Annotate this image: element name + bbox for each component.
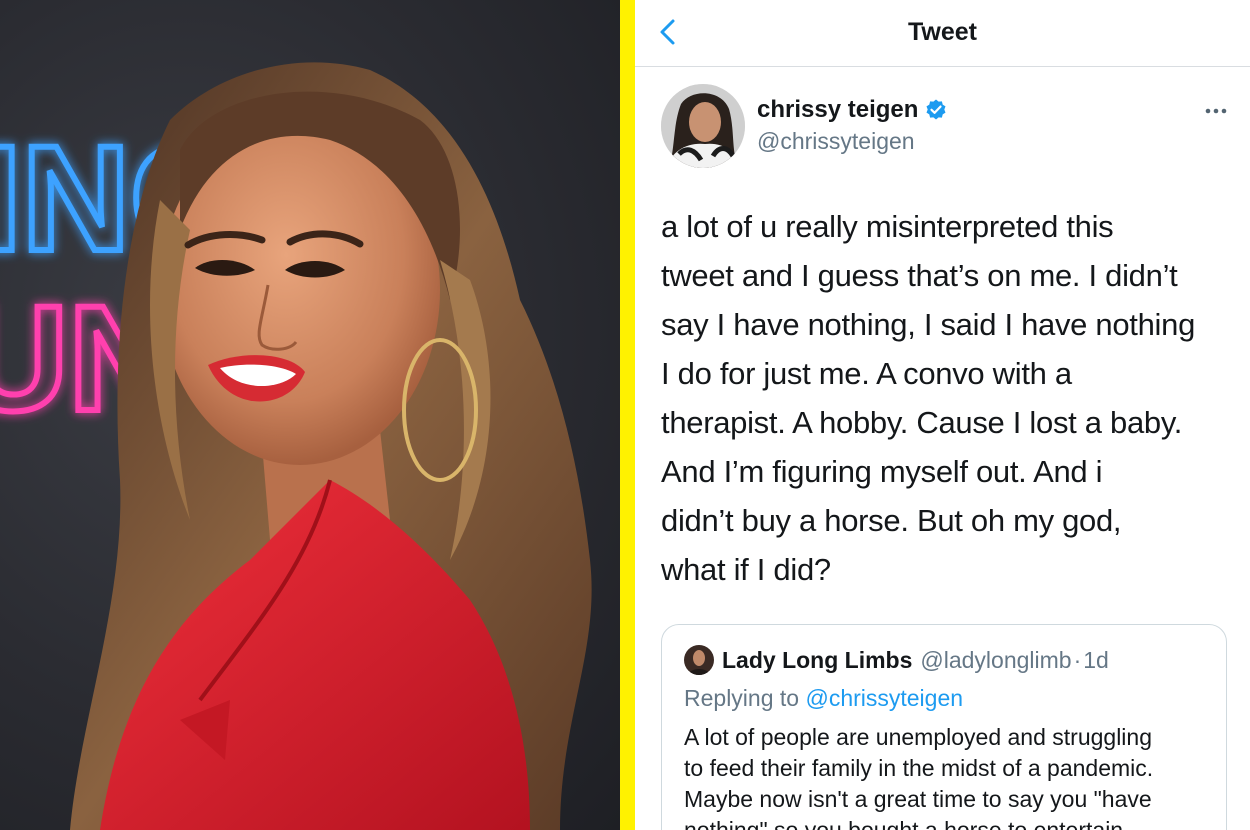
replying-to-prefix: Replying to (684, 685, 800, 711)
replying-to-mention[interactable]: @chrissyteigen (805, 685, 963, 711)
quoted-author-handle: @ladylonglimb (920, 646, 1072, 673)
verified-badge-icon (926, 99, 946, 120)
author-avatar[interactable] (661, 84, 745, 168)
more-options-icon (1205, 108, 1227, 114)
page-title: Tweet (908, 18, 977, 46)
quoted-avatar-photo (684, 645, 714, 675)
quoted-separator: · (1073, 646, 1082, 673)
tweet-screenshot: Tweet chrissy teigen @chrissyteigen a lo… (635, 0, 1250, 830)
quoted-author-name: Lady Long Limbs (722, 646, 913, 673)
quoted-author-avatar (684, 645, 714, 675)
author-handle[interactable]: @chrissyteigen (757, 128, 915, 155)
photo-panel: INC UNI (0, 0, 620, 830)
author-name-text: chrissy teigen (757, 96, 919, 123)
more-options-button[interactable] (1201, 96, 1231, 126)
top-bar: Tweet (635, 0, 1250, 67)
tweet-text: a lot of u really misinterpreted this tw… (661, 209, 1196, 587)
celebrity-photo: INC UNI (0, 62, 592, 830)
quoted-timestamp: 1d (1083, 646, 1109, 673)
replying-to-line: Replying to @chrissyteigen (684, 685, 1206, 712)
quoted-tweet-card[interactable]: Lady Long Limbs @ladylonglimb · 1d Reply… (661, 624, 1227, 830)
author-name[interactable]: chrissy teigen (757, 96, 948, 124)
avatar-photo (661, 84, 745, 168)
quoted-tweet-text: A lot of people are unemployed and strug… (684, 724, 1154, 830)
quoted-tweet-header: Lady Long Limbs @ladylonglimb · 1d (684, 645, 1206, 675)
yellow-divider (620, 0, 635, 830)
